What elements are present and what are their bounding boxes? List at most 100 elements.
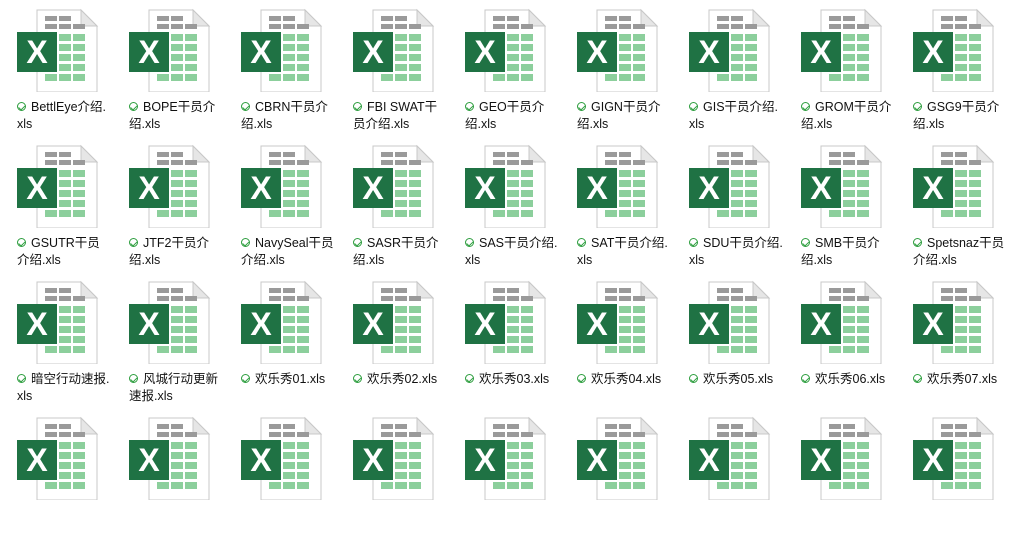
svg-text:X: X xyxy=(250,34,272,70)
excel-file-icon: X xyxy=(463,144,547,229)
file-item[interactable]: X GIGN干员介绍.xls xyxy=(560,0,672,131)
file-item[interactable]: X xyxy=(448,408,560,538)
excel-file-icon: X xyxy=(127,416,211,501)
file-item[interactable]: X xyxy=(112,408,224,538)
synced-check-icon xyxy=(577,374,586,383)
synced-check-icon xyxy=(17,102,26,111)
file-item[interactable]: X 欢乐秀04.xls xyxy=(560,272,672,402)
file-name-text: 欢乐秀06.xls xyxy=(815,372,886,386)
svg-text:X: X xyxy=(698,442,720,478)
synced-check-icon xyxy=(353,374,362,383)
file-item[interactable]: X xyxy=(224,408,336,538)
file-item[interactable]: X BOPE干员介绍.xls xyxy=(112,0,224,133)
file-item[interactable]: X 欢乐秀06.xls xyxy=(784,272,896,402)
svg-text:X: X xyxy=(26,306,48,342)
file-name-label: NavySeal干员介绍.xls xyxy=(241,235,335,269)
file-name-label: SAS干员介绍.xls xyxy=(465,235,559,269)
file-name-label: 暗空行动速报.xls xyxy=(17,371,111,405)
file-item[interactable]: X 暗空行动速报.xls xyxy=(0,272,112,405)
file-name-text: GROM干员介绍.xls xyxy=(801,100,892,131)
file-item[interactable]: X GIS干员介绍.xls xyxy=(672,0,784,131)
svg-text:X: X xyxy=(362,306,384,342)
file-item[interactable]: X xyxy=(896,408,1008,538)
file-item[interactable]: X BettlEye介绍.xls xyxy=(0,0,112,131)
excel-file-icon: X xyxy=(911,144,995,229)
synced-check-icon xyxy=(129,238,138,247)
file-item[interactable]: X xyxy=(672,408,784,538)
svg-text:X: X xyxy=(26,442,48,478)
file-item[interactable]: X xyxy=(0,408,112,538)
svg-text:X: X xyxy=(810,306,832,342)
file-item[interactable]: X GEO干员介绍.xls xyxy=(448,0,560,133)
file-item[interactable]: X Spetsnaz干员介绍.xls xyxy=(896,136,1008,267)
synced-check-icon xyxy=(241,374,250,383)
file-item[interactable]: X SDU干员介绍.xls xyxy=(672,136,784,267)
file-name-label: BOPE干员介绍.xls xyxy=(129,99,223,133)
file-name-label: JTF2干员介绍.xls xyxy=(129,235,223,269)
svg-text:X: X xyxy=(138,170,160,206)
file-name-text: GIGN干员介绍.xls xyxy=(577,100,661,131)
file-item[interactable]: X GSUTR干员介绍.xls xyxy=(0,136,112,267)
svg-text:X: X xyxy=(922,34,944,70)
excel-file-icon: X xyxy=(687,144,771,229)
file-item[interactable]: X GROM干员介绍.xls xyxy=(784,0,896,131)
file-item[interactable]: X xyxy=(336,408,448,538)
file-item[interactable]: X 欢乐秀01.xls xyxy=(224,272,336,402)
file-item[interactable]: X 欢乐秀05.xls xyxy=(672,272,784,402)
svg-text:X: X xyxy=(138,34,160,70)
svg-text:X: X xyxy=(250,442,272,478)
file-item[interactable]: X 欢乐秀07.xls xyxy=(896,272,1008,402)
file-item[interactable]: X 风城行动更新速报.xls xyxy=(112,272,224,405)
file-item[interactable]: X SAT干员介绍.xls xyxy=(560,136,672,267)
svg-text:X: X xyxy=(26,170,48,206)
file-item[interactable]: X JTF2干员介绍.xls xyxy=(112,136,224,269)
excel-file-icon: X xyxy=(911,416,995,501)
excel-file-icon: X xyxy=(575,416,659,501)
file-item[interactable]: X xyxy=(784,408,896,538)
file-item[interactable]: X GSG9干员介绍.xls xyxy=(896,0,1008,131)
file-item[interactable]: X SMB干员介绍.xls xyxy=(784,136,896,269)
excel-file-icon: X xyxy=(575,144,659,229)
svg-text:X: X xyxy=(250,170,272,206)
svg-text:X: X xyxy=(474,170,496,206)
excel-file-icon: X xyxy=(799,280,883,365)
file-item[interactable]: X CBRN干员介绍.xls xyxy=(224,0,336,131)
file-name-label: SMB干员介绍.xls xyxy=(801,235,895,269)
svg-text:X: X xyxy=(586,306,608,342)
file-item[interactable]: X FBI SWAT干员介绍.xls xyxy=(336,0,448,133)
synced-check-icon xyxy=(689,102,698,111)
file-name-text: SAT干员介绍.xls xyxy=(577,236,668,267)
file-name-label: FBI SWAT干员介绍.xls xyxy=(353,99,447,133)
excel-file-icon: X xyxy=(799,416,883,501)
svg-text:X: X xyxy=(138,306,160,342)
excel-file-icon: X xyxy=(911,280,995,365)
file-item[interactable]: X 欢乐秀02.xls xyxy=(336,272,448,402)
synced-check-icon xyxy=(801,238,810,247)
file-name-text: SASR干员介绍.xls xyxy=(353,236,439,267)
synced-check-icon xyxy=(913,374,922,383)
excel-file-icon: X xyxy=(799,8,883,93)
synced-check-icon xyxy=(801,374,810,383)
svg-text:X: X xyxy=(474,442,496,478)
file-item[interactable]: X NavySeal干员介绍.xls xyxy=(224,136,336,269)
excel-file-icon: X xyxy=(351,280,435,365)
svg-text:X: X xyxy=(586,442,608,478)
excel-file-icon: X xyxy=(239,280,323,365)
excel-file-icon: X xyxy=(127,280,211,365)
file-item[interactable]: X SAS干员介绍.xls xyxy=(448,136,560,269)
svg-text:X: X xyxy=(810,170,832,206)
synced-check-icon xyxy=(689,238,698,247)
file-name-text: SDU干员介绍.xls xyxy=(689,236,783,267)
file-item[interactable]: X SASR干员介绍.xls xyxy=(336,136,448,267)
file-name-label: 风城行动更新速报.xls xyxy=(129,371,223,405)
file-name-label: GEO干员介绍.xls xyxy=(465,99,559,133)
file-name-text: BOPE干员介绍.xls xyxy=(129,100,216,131)
file-name-label: 欢乐秀02.xls xyxy=(353,371,447,388)
excel-file-icon: X xyxy=(15,144,99,229)
synced-check-icon xyxy=(129,374,138,383)
excel-file-icon: X xyxy=(463,280,547,365)
file-item[interactable]: X 欢乐秀03.xls xyxy=(448,272,560,402)
synced-check-icon xyxy=(241,102,250,111)
file-item[interactable]: X xyxy=(560,408,672,538)
excel-file-icon: X xyxy=(799,144,883,229)
